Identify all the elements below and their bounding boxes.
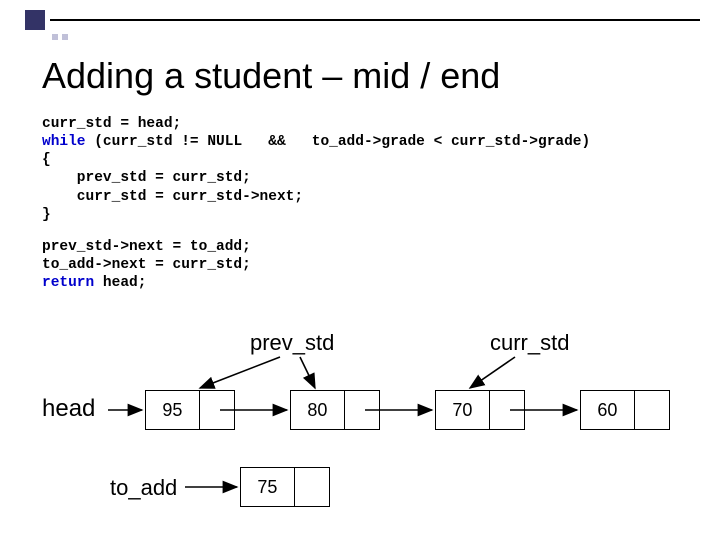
accent-square <box>25 10 45 30</box>
code-line: (curr_std != NULL && to_add->grade < cur… <box>86 134 591 150</box>
list-node: 95 <box>145 390 235 430</box>
node-value: 95 <box>146 391 199 429</box>
label-curr-std: curr_std <box>490 330 569 356</box>
code-line: head; <box>94 275 146 291</box>
node-next-box <box>199 391 234 429</box>
slide-title: Adding a student – mid / end <box>42 55 690 97</box>
code-line: { <box>42 152 51 168</box>
node-value: 60 <box>581 391 634 429</box>
code-line: curr_std = head; <box>42 116 181 132</box>
code-line: prev_std = curr_std; <box>42 170 251 186</box>
keyword-return: return <box>42 275 94 291</box>
label-prev-std: prev_std <box>250 330 334 356</box>
accent-dot <box>52 34 58 40</box>
code-block-2: prev_std->next = to_add; to_add->next = … <box>42 238 690 292</box>
keyword-while: while <box>42 134 86 150</box>
node-next-box <box>294 468 329 506</box>
node-next-box <box>489 391 524 429</box>
code-line: } <box>42 207 51 223</box>
label-to-add: to_add <box>110 475 177 501</box>
code-line: curr_std = curr_std->next; <box>42 189 303 205</box>
node-value: 80 <box>291 391 344 429</box>
code-block-1: curr_std = head; while (curr_std != NULL… <box>42 115 690 224</box>
list-node: 80 <box>290 390 380 430</box>
code-line: to_add->next = curr_std; <box>42 257 251 273</box>
list-node-toadd: 75 <box>240 467 330 507</box>
list-node: 60 <box>580 390 670 430</box>
node-value: 70 <box>436 391 489 429</box>
node-value: 75 <box>241 468 294 506</box>
accent-dot <box>62 34 68 40</box>
node-next-box <box>634 391 669 429</box>
node-next-box <box>344 391 379 429</box>
code-line: prev_std->next = to_add; <box>42 239 251 255</box>
label-head: head <box>42 395 95 423</box>
top-rule <box>50 19 700 21</box>
list-node: 70 <box>435 390 525 430</box>
